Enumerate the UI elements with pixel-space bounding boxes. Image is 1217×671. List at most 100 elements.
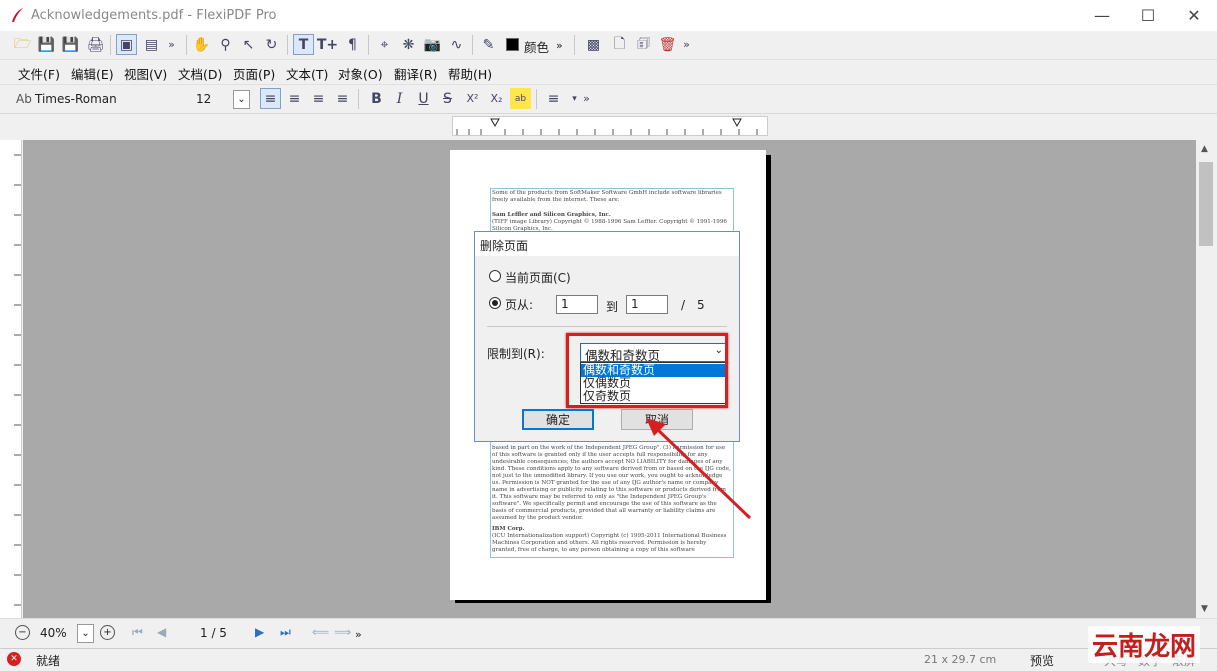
paragraph-spacing-icon[interactable]: ≡	[543, 88, 564, 109]
vertical-ruler-ticks	[14, 154, 21, 606]
align-right-icon[interactable]: ≡	[308, 88, 329, 109]
add-page-icon[interactable]: 🗋	[609, 34, 630, 55]
menu-text[interactable]: 文本(T)	[286, 64, 328, 83]
save-as-icon[interactable]: 💾	[60, 34, 81, 55]
italic-icon[interactable]: I	[389, 88, 410, 109]
total-pages-label: 5	[697, 298, 705, 312]
eyedropper-icon[interactable]: ✎	[478, 34, 499, 55]
align-center-icon[interactable]: ≡	[284, 88, 305, 109]
image-edit-icon[interactable]: ❋	[398, 34, 419, 55]
zoom-out-icon[interactable]: −	[15, 625, 30, 640]
highlight-icon[interactable]: ab	[510, 88, 531, 109]
zoom-icon[interactable]: ⚲	[215, 34, 236, 55]
curve-icon[interactable]: ∿	[446, 34, 467, 55]
scroll-down-icon[interactable]: ▼	[1201, 604, 1208, 614]
menu-object[interactable]: 对象(O)	[338, 64, 383, 83]
underline-icon[interactable]: U	[413, 88, 434, 109]
font-size-dropdown-icon[interactable]: ⌄	[233, 90, 250, 109]
annotation-highlight-box	[566, 333, 728, 408]
strikethrough-icon[interactable]: S	[437, 88, 458, 109]
horizontal-ruler[interactable]	[452, 116, 768, 136]
font-name-select[interactable]: Times-Roman	[35, 92, 117, 106]
menu-help[interactable]: 帮助(H)	[448, 64, 492, 83]
toolbar-overflow-icon[interactable]: »	[161, 34, 182, 55]
menu-translate[interactable]: 翻译(R)	[394, 64, 437, 83]
radio-current-page[interactable]	[489, 270, 501, 282]
select-arrow-icon[interactable]: ↖	[238, 34, 259, 55]
menu-file[interactable]: 文件(F)	[18, 64, 60, 83]
close-button[interactable]: ✕	[1171, 0, 1217, 31]
align-left-icon[interactable]: ≡	[260, 88, 281, 109]
menu-edit[interactable]: 编辑(E)	[71, 64, 114, 83]
page-size-label: 21 x 29.7 cm	[924, 653, 997, 666]
scroll-thumb[interactable]	[1199, 162, 1213, 246]
slash-label: /	[681, 298, 686, 312]
zoom-dropdown-icon[interactable]: ⌄	[77, 624, 94, 643]
text-column-icon[interactable]: ¶	[342, 34, 363, 55]
save-icon[interactable]: 💾	[36, 34, 57, 55]
justify-icon[interactable]: ≡	[332, 88, 353, 109]
edit-page-icon[interactable]: 🗊	[633, 34, 654, 55]
print-icon[interactable]: 🖨	[85, 34, 106, 55]
delete-page-icon[interactable]: 🗑	[657, 34, 678, 55]
zoom-in-icon[interactable]: +	[100, 625, 115, 640]
history-back-icon[interactable]: ⟸	[312, 625, 329, 639]
next-page-icon[interactable]: ▶	[255, 625, 264, 639]
first-page-icon[interactable]: ⏮	[132, 625, 143, 640]
nav-overflow-icon[interactable]: »	[355, 628, 362, 641]
page-to-input[interactable]: 1	[626, 295, 668, 314]
title-bar: Acknowledgements.pdf - FlexiPDF Pro — ☐ …	[0, 0, 1217, 31]
page-from-input[interactable]: 1	[556, 295, 598, 314]
page-layout-icon[interactable]: ▤	[141, 34, 162, 55]
superscript-icon[interactable]: X²	[462, 88, 483, 109]
bold-icon[interactable]: B	[366, 88, 387, 109]
scroll-up-icon[interactable]: ▲	[1201, 144, 1208, 154]
color-label[interactable]: 颜色	[524, 37, 549, 56]
last-page-icon[interactable]: ⏭	[280, 625, 291, 640]
text-tool-icon[interactable]: T	[293, 34, 314, 55]
radio-current-page-label[interactable]: 当前页面(C)	[505, 269, 571, 286]
font-size-input[interactable]: 12	[196, 92, 211, 106]
toolbar-overflow-2[interactable]: »	[556, 39, 563, 52]
color-swatch-icon[interactable]	[502, 34, 523, 55]
watermark-logo: 云南龙网	[1088, 626, 1201, 663]
limit-label: 限制到(R):	[487, 347, 545, 361]
add-text-icon[interactable]: T+	[317, 34, 338, 55]
app-logo-icon	[12, 8, 23, 22]
menu-page[interactable]: 页面(P)	[233, 64, 275, 83]
page-indicator[interactable]: 1 / 5	[200, 626, 227, 640]
vertical-ruler[interactable]	[0, 140, 22, 618]
doc-heading-sam: Sam Leffler and Silicon Graphics, Inc.	[492, 212, 611, 218]
hand-tool-icon[interactable]: ✋	[191, 34, 212, 55]
camera-icon[interactable]: 📷	[422, 34, 443, 55]
radio-page-range-label[interactable]: 页从:	[505, 296, 533, 313]
crop-icon[interactable]: ⌖	[374, 34, 395, 55]
error-status-icon[interactable]: ✕	[7, 652, 21, 666]
menu-view[interactable]: 视图(V)	[124, 64, 167, 83]
format-toolbar: Ab Times-Roman 12 ⌄ ≡ ≡ ≡ ≡ B I U S X² X…	[0, 85, 1217, 114]
annotation-arrow-icon	[646, 418, 752, 520]
ok-button[interactable]: 确定	[522, 409, 594, 430]
single-page-view-icon[interactable]: ▣	[116, 34, 137, 55]
toolbar-overflow-3-icon[interactable]: »	[676, 34, 697, 55]
status-bar: ✕ 就绪 21 x 29.7 cm 预览 大写 数字 滚屏	[0, 648, 1217, 671]
to-label: 到	[606, 300, 619, 314]
open-folder-icon[interactable]: 🗁	[12, 34, 33, 55]
dialog-divider	[487, 326, 727, 327]
page-thumb-icon[interactable]: ▩	[583, 34, 604, 55]
dialog-title-bar[interactable]: 删除页面	[475, 232, 739, 256]
navigation-bar: − 40% ⌄ + ⏮ ◀ 1 / 5 ▶ ⏭ ⟸ ⟹ »	[0, 618, 1217, 649]
window-title: Acknowledgements.pdf - FlexiPDF Pro	[31, 8, 277, 23]
rotate-icon[interactable]: ↻	[261, 34, 282, 55]
prev-page-icon[interactable]: ◀	[157, 625, 166, 639]
format-overflow-icon[interactable]: »	[576, 88, 597, 109]
font-prefix: Ab	[16, 92, 32, 106]
radio-page-range[interactable]	[489, 297, 501, 309]
minimize-button[interactable]: —	[1079, 0, 1125, 31]
history-forward-icon[interactable]: ⟹	[334, 625, 351, 639]
menu-document[interactable]: 文档(D)	[178, 64, 222, 83]
maximize-button[interactable]: ☐	[1125, 0, 1171, 31]
menu-bar: 文件(F) 编辑(E) 视图(V) 文档(D) 页面(P) 文本(T) 对象(O…	[0, 60, 1217, 85]
zoom-level[interactable]: 40%	[40, 626, 67, 640]
subscript-icon[interactable]: X₂	[486, 88, 507, 109]
